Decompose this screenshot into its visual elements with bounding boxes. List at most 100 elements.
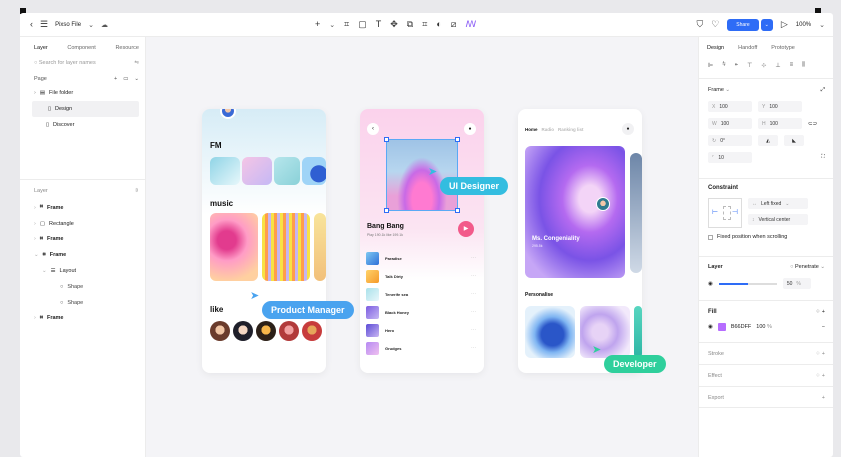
align-bottom-icon[interactable]: ⊥: [775, 62, 780, 69]
fm-card[interactable]: [274, 157, 300, 185]
move-tool-icon[interactable]: ✥: [390, 20, 398, 29]
add-stroke-icon[interactable]: +: [822, 351, 825, 357]
file-name[interactable]: Pixso File: [55, 22, 81, 28]
y-field[interactable]: Y 100: [758, 101, 802, 112]
x-field[interactable]: X 100: [708, 101, 752, 112]
song-item[interactable]: Tenerife sea: [366, 288, 408, 301]
layer-item-frame[interactable]: › ⌗ Frame: [20, 200, 145, 216]
music-card[interactable]: [262, 213, 310, 281]
align-left-icon[interactable]: ⊫: [708, 62, 713, 69]
selection-handle[interactable]: [384, 208, 389, 213]
phone-frame-home[interactable]: Home Radio Ranking list ● Ms. Congeniali…: [518, 109, 642, 373]
phone-frame-fm[interactable]: FM music like: [202, 109, 326, 373]
flip-v-button[interactable]: ◣: [784, 135, 804, 146]
music-card[interactable]: [314, 213, 326, 281]
blend-mode[interactable]: ○ Penetrate ⌄: [790, 264, 825, 270]
plugin-icon[interactable]: ꟿ: [465, 20, 476, 29]
search-input[interactable]: Search for layer names: [39, 60, 96, 66]
bulb-icon[interactable]: ♡: [711, 20, 719, 29]
song-item[interactable]: Hero: [366, 324, 394, 337]
phone-frame-player[interactable]: ‹ ● Bang Bang Play 190.1k like 199.1k ▶ …: [360, 109, 484, 373]
more-icon[interactable]: ···: [471, 327, 476, 333]
more-icon[interactable]: ···: [471, 291, 476, 297]
selection-handle[interactable]: [455, 208, 460, 213]
add-export-icon[interactable]: +: [822, 395, 825, 407]
layer-item-frame[interactable]: › ⌗ Frame: [20, 311, 145, 327]
align-center-icon[interactable]: ⫩: [722, 62, 725, 69]
tab-component[interactable]: Component: [67, 45, 95, 51]
add-effect-icon[interactable]: +: [822, 373, 825, 379]
more-icon[interactable]: ···: [471, 309, 476, 315]
fm-card[interactable]: [242, 157, 272, 185]
crop-tool-icon[interactable]: ⧄: [451, 20, 457, 29]
add-fill-icon[interactable]: +: [822, 309, 825, 315]
opacity-field[interactable]: 50%: [782, 278, 811, 289]
zoom-level[interactable]: 100%: [796, 22, 811, 28]
chevron-down-icon[interactable]: ⌄: [134, 76, 139, 82]
flip-h-button[interactable]: ◭: [758, 135, 778, 146]
opacity-slider[interactable]: [718, 282, 777, 285]
constraint-vertical[interactable]: ↕ Vertical center: [748, 214, 808, 225]
page-design[interactable]: ▯ Design: [32, 101, 139, 117]
avatar[interactable]: [279, 321, 299, 341]
fill-opacity[interactable]: 100 %: [756, 324, 772, 330]
folder-icon[interactable]: ▭: [123, 76, 128, 82]
add-page-icon[interactable]: +: [114, 76, 117, 82]
tab-layer[interactable]: Layer: [34, 45, 48, 51]
shield-icon[interactable]: ⛉: [696, 20, 703, 29]
rectangle-tool-icon[interactable]: ▢: [358, 20, 367, 29]
fm-card[interactable]: [210, 157, 240, 185]
more-icon[interactable]: ···: [471, 273, 476, 279]
personal-card[interactable]: [634, 306, 642, 358]
eye-icon[interactable]: ◉: [708, 281, 713, 287]
distribute-v-icon[interactable]: ⫼: [802, 62, 805, 69]
constraint-horizontal[interactable]: ↔ Left fixed ⌄: [748, 198, 808, 209]
style-icon[interactable]: ⁘: [816, 309, 821, 315]
distribute-icon[interactable]: ≡: [790, 62, 794, 69]
selection-handle[interactable]: [455, 137, 460, 142]
layer-item-frame[interactable]: ⌄ ⌗ Frame: [20, 247, 145, 263]
album-art[interactable]: [386, 139, 458, 211]
text-tool-icon[interactable]: T: [376, 20, 382, 29]
side-card[interactable]: [630, 153, 642, 273]
tab-design[interactable]: Design: [707, 45, 724, 51]
align-middle-icon[interactable]: ⊹: [761, 62, 766, 69]
page-folder[interactable]: › ▤ File folder: [20, 85, 145, 101]
menu-icon[interactable]: ☰: [40, 20, 48, 29]
play-button[interactable]: ▶: [458, 221, 474, 237]
component-tool-icon[interactable]: ⌗: [422, 20, 427, 29]
remove-fill-icon[interactable]: −: [822, 324, 825, 330]
checkbox[interactable]: [708, 234, 713, 240]
boolean-tool-icon[interactable]: ⧉: [407, 20, 413, 29]
tab-radio[interactable]: Radio: [542, 127, 555, 132]
song-item[interactable]: Black Honey: [366, 306, 409, 319]
rotation-field[interactable]: ↻ 0°: [708, 135, 752, 146]
music-card[interactable]: [210, 213, 258, 281]
layer-item-shape[interactable]: ○ Shape: [20, 295, 145, 311]
song-item[interactable]: Grudges: [366, 342, 401, 355]
chevron-down-icon[interactable]: ⌄: [88, 21, 94, 29]
chevron-down-icon[interactable]: ⌄: [819, 21, 825, 29]
selection-handle[interactable]: [384, 137, 389, 142]
style-icon[interactable]: ⁘: [816, 351, 821, 357]
song-item[interactable]: Paradise: [366, 252, 402, 265]
radius-field[interactable]: ⌜ 10: [708, 152, 752, 163]
personal-card[interactable]: [580, 306, 630, 358]
frame-label[interactable]: Frame ⌄: [708, 87, 730, 94]
song-item[interactable]: Talk Dirty: [366, 270, 403, 283]
tab-resource[interactable]: Resource: [115, 45, 139, 51]
chevron-down-icon[interactable]: ⌄: [329, 21, 335, 29]
align-right-icon[interactable]: ⫦: [735, 62, 738, 69]
layer-item-rectangle[interactable]: › ▢ Rectangle: [20, 216, 145, 232]
color-swatch[interactable]: [717, 323, 726, 331]
mask-tool-icon[interactable]: ◐: [436, 20, 441, 29]
tab-prototype[interactable]: Prototype: [771, 45, 795, 51]
back-icon[interactable]: ‹: [30, 20, 33, 29]
collapse-icon[interactable]: ⇳: [134, 188, 139, 194]
layer-search[interactable]: ○ Search for layer names ⇋: [20, 60, 145, 66]
tab-handoff[interactable]: Handoff: [738, 45, 757, 51]
search-icon[interactable]: ●: [622, 123, 634, 135]
corner-icon[interactable]: ⛶: [821, 154, 825, 161]
more-icon[interactable]: ···: [471, 255, 476, 261]
avatar[interactable]: [256, 321, 276, 341]
